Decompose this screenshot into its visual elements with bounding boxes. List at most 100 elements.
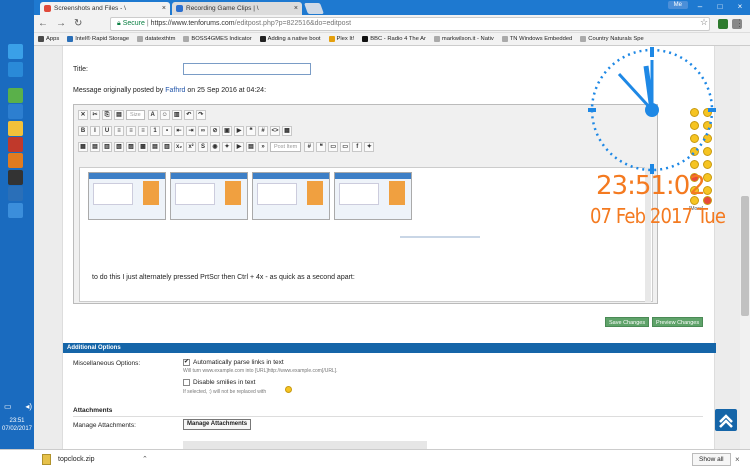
subscript-icon[interactable]: x₂ (174, 142, 184, 152)
profile-badge[interactable]: Me (667, 1, 688, 9)
table-col-icon[interactable]: ▥ (102, 142, 112, 152)
minimize-icon[interactable]: – (690, 0, 710, 15)
table-row-icon[interactable]: ▤ (90, 142, 100, 152)
php-icon[interactable]: ▦ (282, 126, 292, 136)
close-tab-icon[interactable]: × (162, 2, 166, 15)
align-left-icon[interactable]: ≡ (114, 126, 124, 136)
screenshot-thumbnail[interactable] (88, 172, 166, 220)
app-icon-4[interactable] (8, 170, 23, 185)
remove-format-icon[interactable]: ✕ (78, 110, 88, 120)
facebook-icon[interactable]: f (352, 142, 363, 152)
globe-icon[interactable]: ◉ (210, 142, 220, 152)
font-color-icon[interactable]: A (147, 110, 158, 120)
table-delete-icon[interactable]: ▩ (138, 142, 148, 152)
onedrive-icon[interactable] (8, 44, 23, 59)
hash-icon[interactable]: # (258, 126, 268, 136)
quote-icon[interactable]: ❝ (316, 142, 327, 152)
back-arrow-icon[interactable]: ← (38, 16, 48, 32)
taskbar-clock[interactable]: 23:51 07/02/2017 (0, 417, 34, 433)
smiley-icon[interactable]: ☺ (159, 110, 170, 120)
hash-icon[interactable]: # (304, 142, 315, 152)
title-input[interactable] (183, 63, 311, 75)
link-icon[interactable]: ∞ (198, 126, 208, 136)
more-icon[interactable]: » (258, 142, 268, 152)
author-link[interactable]: Fafhrd (165, 87, 185, 94)
bullet-list-icon[interactable]: • (162, 126, 172, 136)
table-split-icon[interactable]: ▨ (126, 142, 136, 152)
close-icon[interactable]: × (735, 455, 740, 464)
volume-icon[interactable]: ◂) (25, 402, 32, 411)
table-icon[interactable]: ▦ (78, 142, 88, 152)
preview-changes-button[interactable]: Preview Changes (652, 317, 704, 327)
app-icon-2[interactable] (8, 137, 23, 152)
superscript-icon[interactable]: x² (186, 142, 196, 152)
reload-icon[interactable]: ↻ (74, 16, 82, 32)
chrome-taskbar-icon[interactable] (8, 121, 23, 136)
network-icon[interactable] (8, 62, 23, 77)
app-icon-3[interactable] (8, 153, 23, 168)
outdent-icon[interactable]: ⇤ (174, 126, 184, 136)
manage-attachments-button[interactable]: Manage Attachments (183, 419, 252, 430)
cut-icon[interactable]: ✂ (90, 110, 100, 120)
close-tab-icon[interactable]: × (294, 2, 298, 15)
unlink-icon[interactable]: ⊘ (210, 126, 220, 136)
bookmark-plex[interactable]: Plex It! (328, 36, 354, 42)
maximize-icon[interactable]: □ (710, 0, 730, 15)
bookmark-markwilson[interactable]: markwilson.it - Nativ (433, 36, 494, 42)
bookmark-star-icon[interactable]: ☆ (700, 17, 708, 28)
align-right-icon[interactable]: ≡ (138, 126, 148, 136)
forward-arrow-icon[interactable]: → (56, 16, 66, 32)
table-merge-icon[interactable]: ▧ (114, 142, 124, 152)
editor-content-area[interactable]: to do this I just alternately pressed Pr… (79, 167, 653, 302)
numbered-list-icon[interactable]: 1 (150, 126, 160, 136)
hide-icon[interactable]: ▭ (328, 142, 339, 152)
code-icon[interactable]: <> (270, 126, 280, 136)
parse-links-checkbox[interactable] (183, 358, 190, 366)
bookmark-boss[interactable]: BOSS4GMES Indicator (183, 36, 252, 42)
tab-recording-game-clips[interactable]: Recording Game Clips | \ × (172, 2, 302, 15)
chevron-up-icon[interactable]: ⌃ (142, 455, 148, 463)
undo-icon[interactable]: ↶ (183, 110, 194, 120)
screenshot-thumbnail[interactable] (252, 172, 330, 220)
paste-icon[interactable]: ▤ (114, 110, 124, 120)
settings-icon[interactable] (8, 104, 23, 119)
table-props-icon[interactable]: ▤ (150, 142, 160, 152)
screenshot-thumbnail[interactable] (170, 172, 248, 220)
bookmark-tn-windows[interactable]: TN Windows Embedded (501, 36, 572, 42)
bookmark-bbc[interactable]: BBC - Radio 4 The Ar (362, 36, 426, 42)
spoiler-icon[interactable]: ▤ (246, 142, 256, 152)
address-bar[interactable]: 🔒︎ Secure | https://www.tenforums.com/ed… (110, 17, 710, 31)
extension-icon-1[interactable] (718, 19, 728, 29)
underline-icon[interactable]: U (102, 126, 112, 136)
new-tab-button[interactable] (303, 3, 325, 14)
show-all-button[interactable]: Show all (692, 453, 731, 466)
bookmark-native-boot[interactable]: Adding a native boot (259, 36, 321, 42)
align-center-icon[interactable]: ≡ (126, 126, 136, 136)
table-cell-icon[interactable]: ▥ (162, 142, 172, 152)
bookmark-intel[interactable]: Intel® Rapid Storage (67, 36, 129, 42)
bold-icon[interactable]: B (78, 126, 88, 136)
save-changes-button[interactable]: Save Changes (605, 317, 650, 327)
strike-icon[interactable]: S (198, 142, 208, 152)
notification-icon[interactable]: ▭ (4, 402, 12, 411)
redo-icon[interactable]: ↷ (195, 110, 206, 120)
screenshot-thumbnail[interactable] (334, 172, 412, 220)
post-item-select[interactable]: Post Item (270, 142, 302, 152)
tab-screenshots[interactable]: Screenshots and Files - \ × (40, 2, 170, 15)
youtube-icon[interactable]: ▶ (234, 142, 244, 152)
paste-text-icon[interactable]: ▥ (171, 110, 182, 120)
app-icon-1[interactable] (8, 88, 23, 103)
scroll-to-top-button[interactable] (715, 409, 737, 431)
download-filename[interactable]: topclock.zip (58, 456, 95, 463)
twitter-icon[interactable]: ✦ (222, 142, 232, 152)
disable-smilies-checkbox[interactable] (183, 379, 190, 386)
page-scrollbar[interactable] (740, 46, 750, 449)
app-icon-6[interactable] (8, 203, 23, 218)
video-icon[interactable]: ▶ (234, 126, 244, 136)
quote-icon[interactable]: ❝ (246, 126, 256, 136)
expand-icon[interactable]: ▭ (340, 142, 351, 152)
image-icon[interactable]: ▣ (222, 126, 232, 136)
twitter-icon[interactable]: ✦ (364, 142, 375, 152)
size-select[interactable]: Size (126, 110, 145, 120)
indent-icon[interactable]: ⇥ (186, 126, 196, 136)
